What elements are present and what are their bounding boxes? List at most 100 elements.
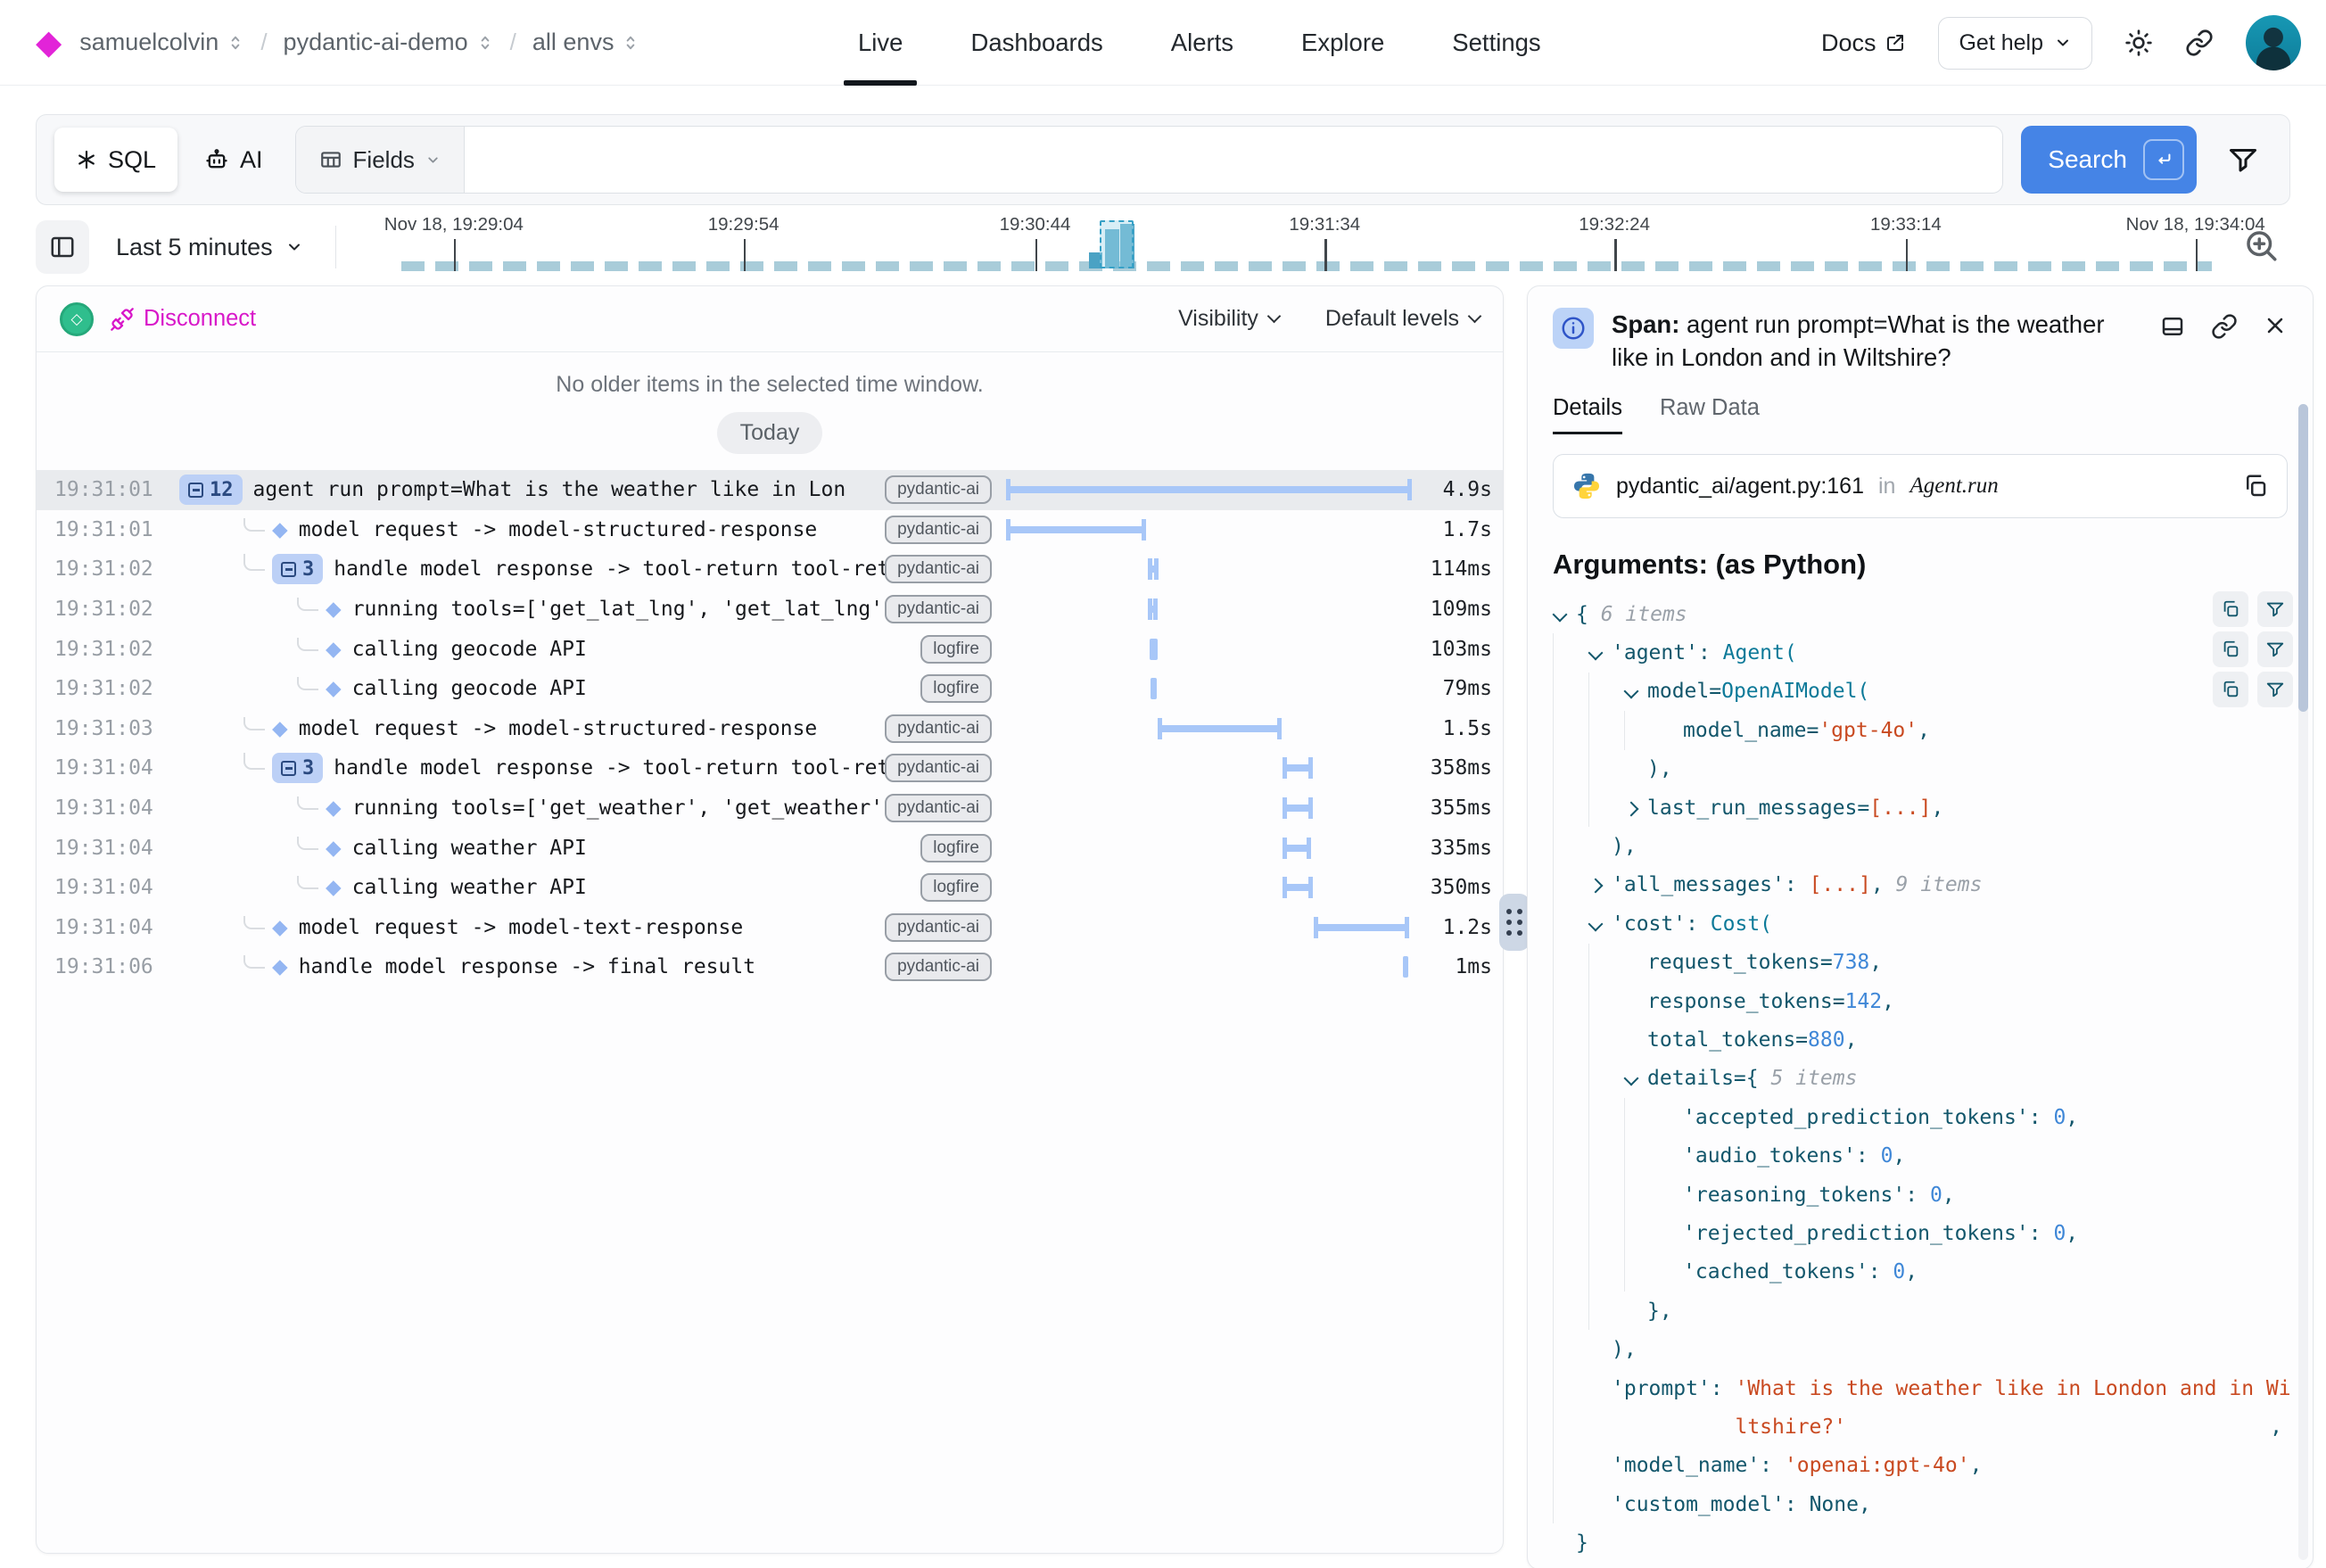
filter-value-button[interactable] (2257, 591, 2293, 627)
tag-pill[interactable]: logfire (920, 834, 992, 862)
trace-row[interactable]: 19:31:01 ◆ model request -> model-struct… (37, 510, 1503, 550)
breadcrumb-item[interactable]: samuelcolvin (79, 29, 244, 56)
tag-pill[interactable]: pydantic-ai (885, 475, 992, 504)
trace-row[interactable]: 19:31:04 ◆ running tools=['get_weather',… (37, 788, 1503, 829)
docs-link[interactable]: Docs (1821, 29, 1907, 57)
chevron-down-icon (285, 238, 303, 256)
row-duration: 335ms (1412, 837, 1492, 860)
tag-pill[interactable]: pydantic-ai (885, 595, 992, 623)
copy-value-button[interactable] (2213, 672, 2248, 707)
tag-pill[interactable]: pydantic-ai (885, 794, 992, 822)
trace-row[interactable]: 19:31:04 3 handle model response -> tool… (37, 748, 1503, 788)
today-button[interactable]: Today (717, 412, 823, 454)
nav-tab-settings[interactable]: Settings (1452, 0, 1540, 86)
trace-row[interactable]: 19:31:04 ◆ model request -> model-text-r… (37, 908, 1503, 948)
fields-dropdown-button[interactable]: Fields (296, 127, 465, 193)
breadcrumb-item[interactable]: pydantic-ai-demo (284, 29, 494, 56)
avatar[interactable] (2246, 15, 2301, 70)
filter-value-button[interactable] (2257, 631, 2293, 667)
logfire-logo-icon[interactable]: ◆ (36, 26, 62, 60)
copy-value-button[interactable] (2213, 591, 2248, 627)
search-input[interactable] (465, 127, 2002, 193)
sql-mode-button[interactable]: SQL (54, 128, 177, 192)
trace-row[interactable]: 19:31:04 ◆ calling weather API logfire 3… (37, 868, 1503, 908)
source-location-chip[interactable]: pydantic_ai/agent.py:161 in Agent.run (1553, 454, 2288, 518)
tag-pill[interactable]: pydantic-ai (885, 555, 992, 583)
trace-row[interactable]: 19:31:02 ◆ calling geocode API logfire 7… (37, 669, 1503, 709)
chevron-down-icon (425, 153, 441, 168)
tab-details[interactable]: Details (1553, 395, 1622, 434)
time-range-dropdown[interactable]: Last 5 minutes (116, 234, 303, 261)
code-collapse-icon[interactable] (1588, 912, 1612, 936)
tag-pill[interactable]: pydantic-ai (885, 516, 992, 544)
row-label-cell: ◆ running tools=['get_lat_lng', 'get_lat… (179, 598, 888, 621)
tag-pill[interactable]: pydantic-ai (885, 754, 992, 782)
theme-toggle-button[interactable] (2124, 29, 2153, 57)
disconnect-button[interactable]: Disconnect (110, 306, 256, 332)
code-collapse-icon[interactable] (1624, 680, 1647, 703)
trace-row[interactable]: 19:31:02 ◆ calling geocode API logfire 1… (37, 629, 1503, 669)
filter-button[interactable] (2227, 144, 2259, 176)
trace-row[interactable]: 19:31:02 3 handle model response -> tool… (37, 549, 1503, 590)
code-expand-icon[interactable] (1588, 873, 1612, 896)
default-levels-dropdown[interactable]: Default levels (1325, 306, 1480, 332)
nav-tab-explore[interactable]: Explore (1301, 0, 1384, 86)
code-expand-icon[interactable] (1624, 796, 1647, 820)
fields-label: Fields (353, 146, 415, 174)
code-token: OpenAIModel( (1721, 680, 1869, 703)
zoom-in-button[interactable] (2242, 227, 2280, 264)
row-label: handle model response -> tool-return too… (334, 557, 888, 581)
row-label: handle model response -> tool-return too… (334, 756, 888, 780)
code-collapse-icon[interactable] (1553, 603, 1576, 626)
copy-span-link-button[interactable] (2211, 313, 2238, 340)
trace-row[interactable]: 19:31:01 12 agent run prompt=What is the… (37, 470, 1503, 510)
code-token: , (1869, 951, 1882, 974)
tag-pill[interactable]: pydantic-ai (885, 714, 992, 743)
tag-pill[interactable]: logfire (920, 674, 992, 703)
tag-pill[interactable]: pydantic-ai (885, 913, 992, 942)
tag-pill[interactable]: logfire (920, 873, 992, 902)
tag-pill[interactable]: pydantic-ai (885, 953, 992, 981)
visibility-dropdown[interactable]: Visibility (1178, 306, 1279, 332)
get-help-button[interactable]: Get help (1938, 17, 2092, 70)
breadcrumb-item[interactable]: all envs (532, 29, 640, 56)
tree-elbow-icon (243, 916, 265, 929)
row-duration: 103ms (1412, 638, 1492, 661)
duration-bar (1283, 757, 1313, 779)
tick-label: Nov 18, 19:29:04 (384, 214, 524, 235)
nav-tab-live[interactable]: Live (858, 0, 903, 86)
panel-splitter-handle[interactable] (1499, 894, 1530, 951)
trace-row[interactable]: 19:31:06 ◆ handle model response -> fina… (37, 947, 1503, 987)
timeline-selection[interactable] (1100, 220, 1134, 268)
close-panel-button[interactable] (2263, 313, 2288, 338)
collapse-button[interactable]: 3 (272, 753, 323, 783)
trace-row[interactable]: 19:31:04 ◆ calling weather API logfire 3… (37, 828, 1503, 868)
ai-label: AI (240, 146, 263, 174)
nav-tab-alerts[interactable]: Alerts (1171, 0, 1233, 86)
share-link-button[interactable] (2185, 29, 2214, 57)
row-label-cell: 3 handle model response -> tool-return t… (179, 554, 888, 584)
scrollbar-thumb[interactable] (2298, 404, 2308, 712)
detail-scrollbar[interactable] (2298, 404, 2308, 1560)
dock-panel-button[interactable] (2159, 313, 2186, 340)
collapse-button[interactable]: 12 (179, 475, 243, 505)
code-token: , (1905, 1260, 1918, 1283)
copy-source-button[interactable] (2242, 473, 2269, 499)
indent-guide (1553, 1292, 1588, 1330)
collapse-button[interactable]: 3 (272, 554, 323, 584)
span-diamond-icon: ◆ (326, 638, 342, 661)
code-collapse-icon[interactable] (1588, 641, 1612, 664)
sidebar-toggle-button[interactable] (36, 220, 89, 274)
row-label-cell: ◆ calling geocode API (179, 677, 888, 700)
trace-row[interactable]: 19:31:02 ◆ running tools=['get_lat_lng',… (37, 590, 1503, 630)
code-collapse-icon[interactable] (1624, 1067, 1647, 1090)
trace-row[interactable]: 19:31:03 ◆ model request -> model-struct… (37, 709, 1503, 749)
timeline-plot[interactable]: Nov 18, 19:29:0419:29:5419:30:4419:31:34… (401, 216, 2212, 278)
tab-raw-data[interactable]: Raw Data (1660, 395, 1760, 434)
nav-tab-dashboards[interactable]: Dashboards (970, 0, 1102, 86)
ai-mode-button[interactable]: AI (195, 128, 272, 192)
search-button[interactable]: Search (2021, 126, 2197, 194)
filter-value-button[interactable] (2257, 672, 2293, 707)
tag-pill[interactable]: logfire (920, 635, 992, 664)
copy-value-button[interactable] (2213, 631, 2248, 667)
